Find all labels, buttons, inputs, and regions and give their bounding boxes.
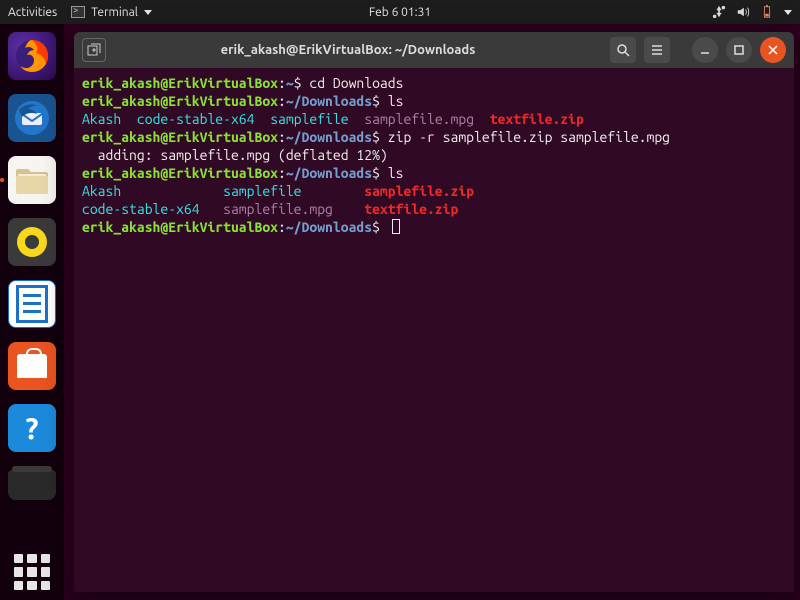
dock-trash[interactable] xyxy=(8,470,56,500)
chevron-down-icon xyxy=(144,10,152,15)
hamburger-icon xyxy=(650,43,664,57)
maximize-button[interactable] xyxy=(726,37,752,63)
thunderbird-icon xyxy=(14,100,50,136)
maximize-icon xyxy=(733,44,745,56)
dock-help[interactable]: ? xyxy=(8,404,56,452)
dock-files[interactable] xyxy=(8,156,56,204)
dock-rhythmbox[interactable] xyxy=(8,218,56,266)
document-icon xyxy=(16,285,48,323)
system-tray[interactable] xyxy=(712,5,792,19)
window-titlebar: erik_akash@ErikVirtualBox: ~/Downloads xyxy=(74,32,794,68)
dock-thunderbird[interactable] xyxy=(8,94,56,142)
dock-libreoffice-writer[interactable] xyxy=(8,280,56,328)
firefox-icon xyxy=(12,36,52,76)
clock[interactable]: Feb 6 01:31 xyxy=(369,6,431,19)
volume-icon xyxy=(736,5,750,19)
app-menu-label: Terminal xyxy=(91,6,138,19)
minimize-button[interactable] xyxy=(692,37,718,63)
search-button[interactable] xyxy=(610,37,636,63)
activities-button[interactable]: Activities xyxy=(8,6,57,19)
speaker-icon xyxy=(17,227,47,257)
terminal-body[interactable]: erik_akash@ErikVirtualBox:~$ cd Download… xyxy=(74,68,794,592)
search-icon xyxy=(616,43,630,57)
terminal-window: erik_akash@ErikVirtualBox: ~/Downloads e… xyxy=(74,32,794,592)
app-menu[interactable]: Terminal xyxy=(71,6,152,19)
window-title: erik_akash@ErikVirtualBox: ~/Downloads xyxy=(94,43,602,57)
close-button[interactable] xyxy=(760,37,786,63)
terminal-icon xyxy=(71,6,85,18)
chevron-down-icon xyxy=(784,10,792,15)
gnome-topbar: Activities Terminal Feb 6 01:31 xyxy=(0,0,800,24)
files-icon xyxy=(13,163,51,197)
network-icon xyxy=(712,5,726,19)
hamburger-menu-button[interactable] xyxy=(644,37,670,63)
dock-ubuntu-software[interactable] xyxy=(8,342,56,390)
question-icon: ? xyxy=(25,411,38,445)
close-icon xyxy=(767,44,779,56)
dock-firefox[interactable] xyxy=(8,32,56,80)
ubuntu-dock: ? xyxy=(0,24,64,600)
show-applications-button[interactable] xyxy=(14,554,50,590)
shopping-bag-icon xyxy=(17,354,47,378)
battery-icon xyxy=(760,5,774,19)
minimize-icon xyxy=(699,44,711,56)
